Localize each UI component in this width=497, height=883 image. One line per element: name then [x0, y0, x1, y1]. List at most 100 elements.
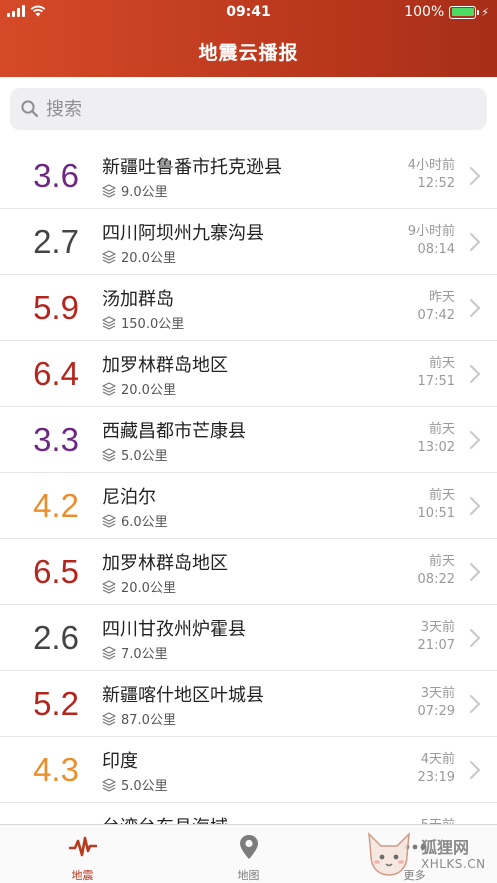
fox-logo-icon	[368, 832, 410, 876]
depth-value: 7.0公里	[121, 647, 168, 662]
relative-day: 前天	[428, 554, 455, 569]
relative-day: 9小时前	[407, 224, 455, 239]
layers-icon	[102, 513, 116, 528]
magnitude: 3.6	[33, 157, 79, 194]
chevron-right-icon	[470, 695, 480, 713]
time-info: 9小时前 08:14	[408, 223, 455, 259]
watermark: 狐狸网 XHLKS.CN	[361, 826, 491, 881]
location-name: 新疆喀什地区叶城县	[102, 685, 264, 706]
magnitude: 6.4	[33, 355, 79, 392]
location-name: 加罗林群岛地区	[102, 553, 228, 574]
quake-row[interactable]: 6.5 加罗林群岛地区 20.0公里 前天 08:22	[0, 539, 497, 605]
depth-info: 150.0公里	[102, 313, 184, 332]
magnitude: 2.6	[33, 619, 79, 656]
location-name: 尼泊尔	[102, 487, 156, 508]
time-info: 前天 10:51	[418, 487, 455, 523]
depth-value: 5.0公里	[121, 449, 168, 464]
chevron-right-icon	[470, 497, 480, 515]
battery-percent: 100%	[404, 4, 445, 20]
clock-time: 13:02	[417, 440, 455, 455]
pulse-icon	[68, 836, 97, 857]
clock-time: 10:51	[417, 506, 455, 521]
quake-row[interactable]: 台湾台东县海域 5天前	[0, 803, 497, 824]
magnitude: 3.3	[33, 421, 79, 458]
depth-info: 9.0公里	[102, 181, 168, 200]
layers-icon	[102, 315, 116, 330]
quake-row[interactable]: 2.7 四川阿坝州九寨沟县 20.0公里 9小时前 08:14	[0, 209, 497, 275]
depth-info: 20.0公里	[102, 247, 176, 266]
clock-time: 23:19	[417, 770, 455, 785]
time-info: 昨天 07:42	[418, 289, 455, 325]
chevron-right-icon	[470, 233, 480, 251]
search-box[interactable]	[10, 88, 487, 130]
quake-row[interactable]: 6.4 加罗林群岛地区 20.0公里 前天 17:51	[0, 341, 497, 407]
search-bar	[0, 77, 497, 142]
clock-time: 17:51	[417, 374, 455, 389]
chevron-right-icon	[470, 629, 480, 647]
app-header: 09:41 100% ⚡ 地震云播报	[0, 0, 497, 77]
relative-day: 前天	[428, 356, 455, 371]
depth-info: 20.0公里	[102, 577, 176, 596]
location-name: 新疆吐鲁番市托克逊县	[102, 157, 282, 178]
location-name: 四川阿坝州九寨沟县	[102, 223, 264, 244]
magnitude: 2.7	[33, 223, 79, 260]
time-info: 3天前 21:07	[418, 619, 455, 655]
time-info: 前天 08:22	[418, 553, 455, 589]
tab-label: 地图	[237, 869, 260, 882]
clock-time: 07:42	[417, 308, 455, 323]
quake-row[interactable]: 3.3 西藏昌都市芒康县 5.0公里 前天 13:02	[0, 407, 497, 473]
chevron-right-icon	[470, 299, 480, 317]
quake-row[interactable]: 4.3 印度 5.0公里 4天前 23:19	[0, 737, 497, 803]
page-title: 地震云播报	[198, 42, 299, 64]
chevron-right-icon	[470, 563, 480, 581]
relative-day: 前天	[428, 488, 455, 503]
chevron-right-icon	[470, 167, 480, 185]
quake-row[interactable]: 4.2 尼泊尔 6.0公里 前天 10:51	[0, 473, 497, 539]
clock-time: 08:14	[417, 242, 455, 257]
layers-icon	[102, 645, 116, 660]
map-pin-icon	[239, 835, 258, 859]
clock-time: 12:52	[417, 176, 455, 191]
status-right: 100% ⚡	[404, 4, 489, 20]
relative-day: 3天前	[420, 620, 455, 635]
depth-value: 20.0公里	[121, 383, 176, 398]
depth-info: 5.0公里	[102, 445, 168, 464]
time-info: 前天 17:51	[418, 355, 455, 391]
tab-label: 地震	[71, 869, 94, 882]
quake-row[interactable]: 2.6 四川甘孜州炉霍县 7.0公里 3天前 21:07	[0, 605, 497, 671]
search-input[interactable]	[46, 98, 466, 120]
magnitude: 6.5	[33, 553, 79, 590]
depth-info: 20.0公里	[102, 379, 176, 398]
chevron-right-icon	[470, 365, 480, 383]
depth-value: 20.0公里	[121, 581, 176, 596]
watermark-url: XHLKS.CN	[421, 857, 486, 871]
depth-info: 6.0公里	[102, 511, 168, 530]
layers-icon	[102, 777, 116, 792]
clock-time: 07:29	[417, 704, 455, 719]
layers-icon	[102, 711, 116, 726]
chevron-right-icon	[470, 431, 480, 449]
location-name: 汤加群岛	[102, 289, 174, 310]
time-info: 3天前 07:29	[418, 685, 455, 721]
charging-icon: ⚡	[481, 5, 489, 19]
earthquake-list: 3.6 新疆吐鲁番市托克逊县 9.0公里 4小时前 12:52 2.7 四川阿坝州九寨沟县 2…	[0, 143, 497, 824]
tab-earthquake[interactable]: 地震	[0, 825, 165, 883]
relative-day: 5天前	[421, 817, 455, 824]
layers-icon	[102, 579, 116, 594]
battery-icon	[449, 5, 480, 19]
layers-icon	[102, 447, 116, 462]
layers-icon	[102, 381, 116, 396]
quake-row[interactable]: 5.9 汤加群岛 150.0公里 昨天 07:42	[0, 275, 497, 341]
depth-value: 87.0公里	[121, 713, 176, 728]
depth-info: 87.0公里	[102, 709, 176, 728]
quake-row[interactable]: 5.2 新疆喀什地区叶城县 87.0公里 3天前 07:29	[0, 671, 497, 737]
location-name: 四川甘孜州炉霍县	[102, 619, 246, 640]
time-info: 4天前 23:19	[418, 751, 455, 787]
clock-time: 08:22	[417, 572, 455, 587]
depth-value: 9.0公里	[121, 185, 168, 200]
quake-row[interactable]: 3.6 新疆吐鲁番市托克逊县 9.0公里 4小时前 12:52	[0, 143, 497, 209]
depth-info: 7.0公里	[102, 643, 168, 662]
depth-value: 20.0公里	[121, 251, 176, 266]
magnitude	[12, 803, 100, 824]
tab-map[interactable]: 地图	[166, 825, 331, 883]
